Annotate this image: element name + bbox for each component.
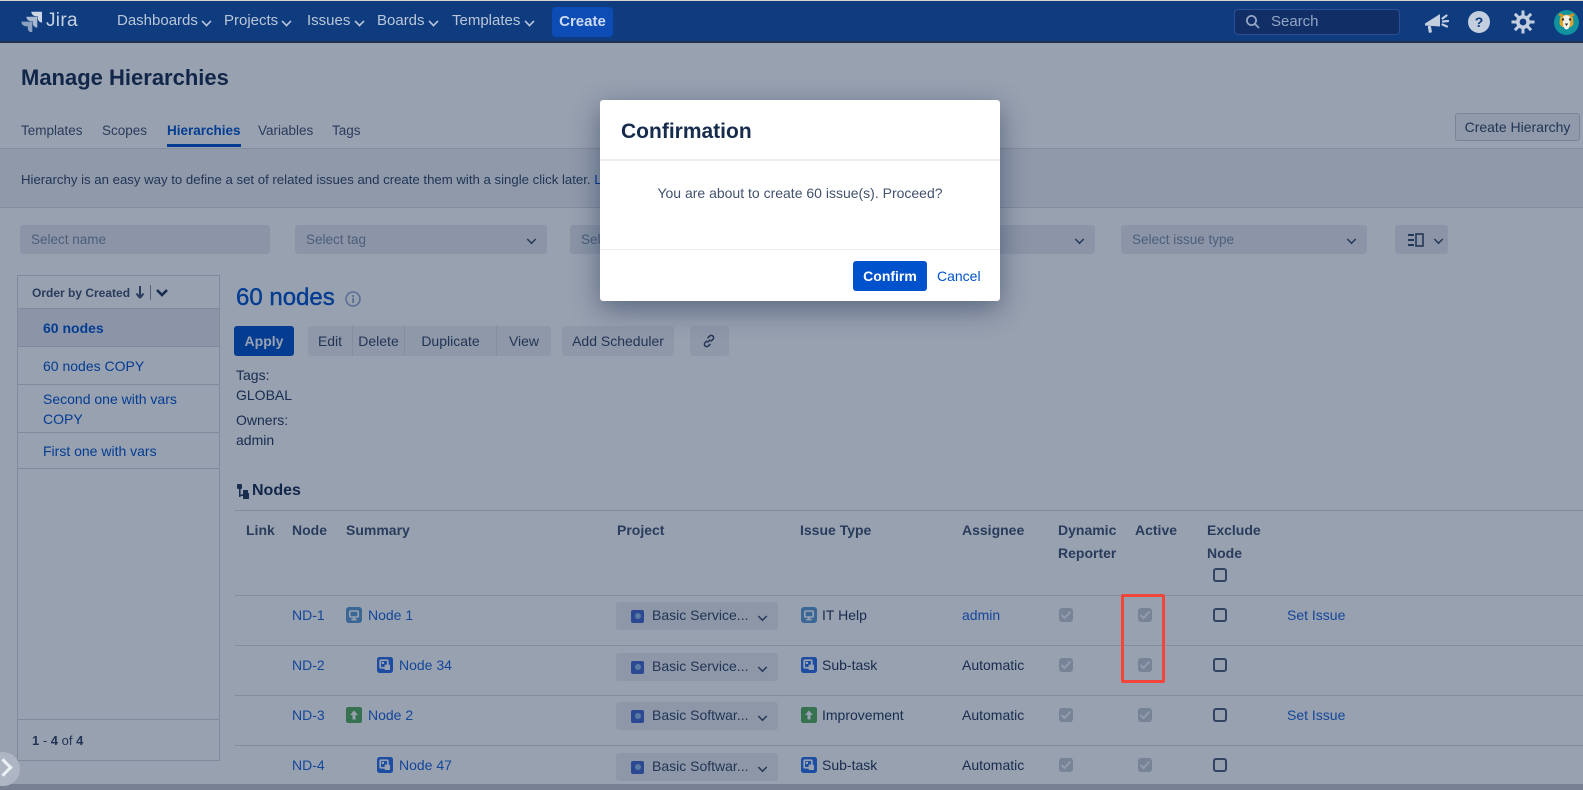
svg-text:?: ? bbox=[1475, 14, 1484, 30]
